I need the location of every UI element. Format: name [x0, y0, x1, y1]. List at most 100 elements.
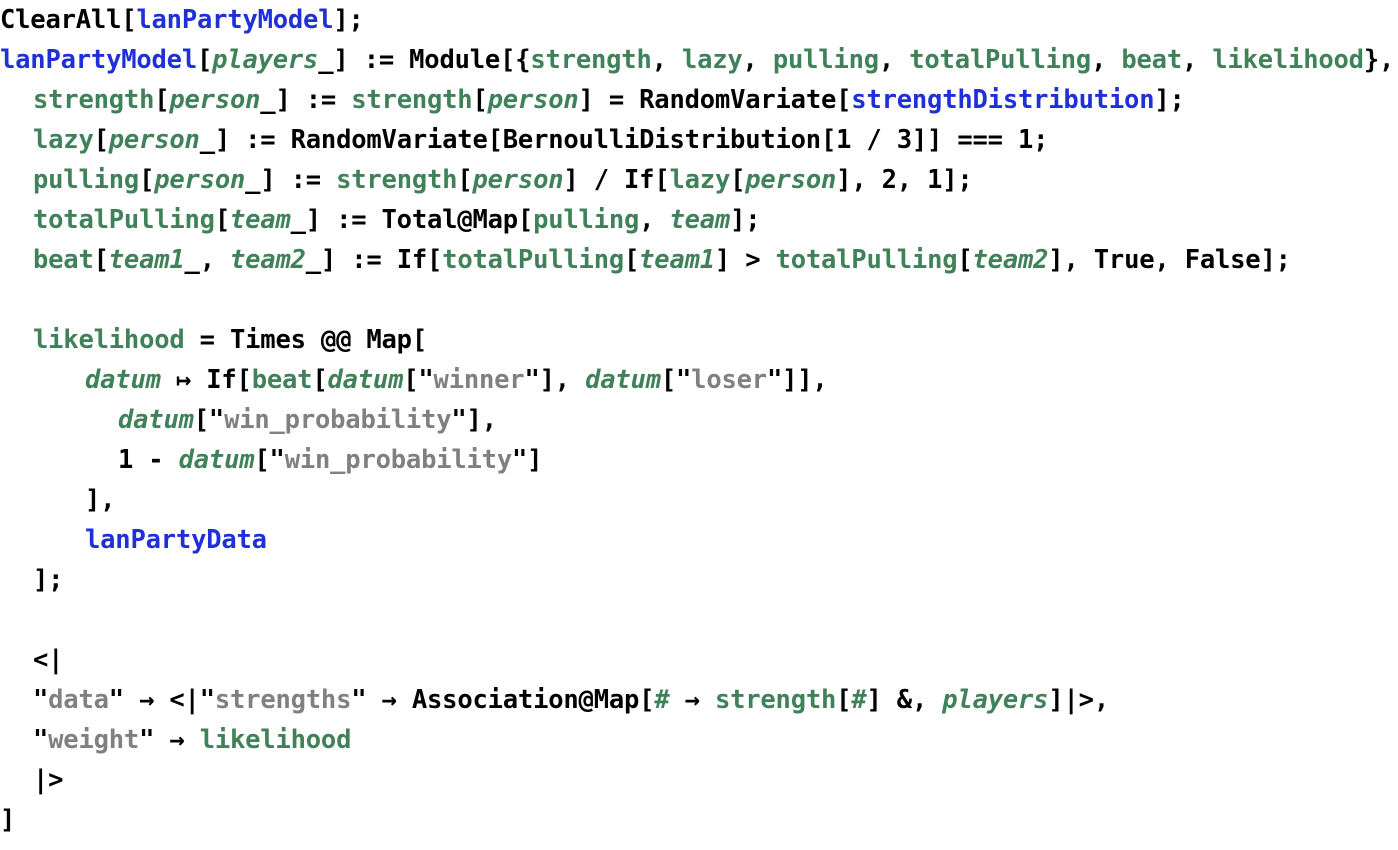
code-line[interactable]: strength[person_] := strength[person] = …	[0, 80, 1398, 120]
code-token: ]	[539, 365, 555, 395]
code-token: 1	[836, 125, 852, 155]
code-token: :=	[305, 85, 352, 115]
code-token: person	[169, 85, 261, 115]
code-token: weight	[48, 725, 140, 755]
code-token: strength	[33, 85, 155, 115]
code-cell[interactable]: ClearAll[lanPartyModel]; lanPartyModel[pl…	[0, 0, 1398, 850]
code-token: data	[48, 685, 109, 715]
code-line[interactable]: ClearAll[lanPartyModel];	[0, 0, 1398, 40]
code-token: -	[133, 445, 179, 475]
code-line[interactable]: ],	[0, 480, 1398, 520]
code-token: [	[154, 85, 170, 115]
code-token: "	[451, 405, 467, 435]
code-token: "	[351, 685, 367, 715]
code-token: ]	[85, 485, 101, 515]
code-token: ]	[836, 165, 852, 195]
code-line[interactable]: likelihood = Times @@ Map[	[0, 320, 1398, 360]
code-token: beat	[1121, 45, 1182, 75]
code-line[interactable]: "weight" → likelihood	[0, 720, 1398, 760]
code-token: "	[208, 405, 225, 435]
code-token: 1	[927, 165, 943, 195]
code-line[interactable]: lazy[person_] := RandomVariate[Bernoulli…	[0, 120, 1398, 160]
code-token: @	[457, 205, 473, 235]
code-token: 3	[896, 125, 912, 155]
code-token: ===	[957, 125, 1018, 155]
code-line[interactable]: totalPulling[team_] := Total@Map[pulling…	[0, 200, 1398, 240]
code-token: loser	[691, 365, 767, 395]
code-token: ]	[333, 5, 349, 35]
code-token: players	[212, 45, 319, 75]
code-line[interactable]: beat[team1_, team2_] := If[totalPulling[…	[0, 240, 1398, 280]
code-token: ,	[1063, 245, 1094, 275]
code-line[interactable]: ]	[0, 800, 1398, 840]
code-token: @	[578, 685, 594, 715]
code-token: "	[418, 365, 434, 395]
code-token: #	[654, 685, 670, 715]
code-token: |>	[1063, 685, 1095, 715]
code-line[interactable]: 1 - datum["win_probability"]	[0, 440, 1398, 480]
code-token: ;	[348, 5, 364, 35]
code-line[interactable]: "data" → <|"strengths" → Association@Map…	[0, 680, 1398, 720]
code-token: ]	[1048, 245, 1064, 275]
code-token: totalPulling	[442, 245, 624, 275]
code-token: _	[318, 45, 334, 75]
code-token: Association	[411, 685, 579, 715]
code-token: If	[624, 165, 655, 195]
code-token: ]]	[911, 125, 958, 155]
code-line[interactable]: <|	[0, 640, 1398, 680]
code-token: |>	[33, 765, 64, 795]
code-token: ]	[730, 205, 746, 235]
code-token: &	[896, 685, 912, 715]
code-token: _	[260, 85, 276, 115]
code-token: [	[139, 165, 155, 195]
code-token: ]	[1048, 685, 1064, 715]
code-token: team1	[108, 245, 185, 275]
code-line[interactable]: pulling[person_] := strength[person] / I…	[0, 160, 1398, 200]
code-token: Map	[472, 205, 518, 235]
code-token: ]]	[782, 365, 813, 395]
code-token: Map	[366, 325, 412, 355]
code-token: [{	[500, 45, 531, 75]
code-token: ,	[742, 45, 773, 75]
code-token: ]	[1154, 85, 1170, 115]
code-token: datum	[178, 445, 255, 475]
code-token: =	[184, 325, 230, 355]
code-token: False	[1184, 245, 1261, 275]
code-line[interactable]: ];	[0, 560, 1398, 600]
code-token: [	[196, 45, 213, 75]
code-line[interactable]: lanPartyModel[players_] := Module[{stren…	[0, 40, 1398, 80]
code-token: ]	[214, 125, 246, 155]
code-token: team	[669, 205, 731, 235]
code-line[interactable]: datum ↦ If[beat[datum["winner"], datum["…	[0, 360, 1398, 400]
code-token: 2	[881, 165, 897, 195]
code-token: ,	[1378, 45, 1395, 75]
code-token: <|	[33, 645, 64, 675]
code-token: [	[836, 685, 852, 715]
code-token: team	[229, 205, 291, 235]
code-token: :=	[351, 245, 397, 275]
code-token: lazy	[33, 125, 94, 155]
code-token: team1	[639, 245, 715, 275]
code-token: "	[524, 365, 540, 395]
code-line[interactable]: datum["win_probability"],	[0, 400, 1398, 440]
code-token: [	[427, 245, 443, 275]
code-token: /	[593, 165, 625, 195]
code-token: ]	[866, 685, 897, 715]
code-token: ;	[1275, 245, 1291, 275]
code-token: datum	[585, 365, 661, 395]
code-line[interactable]: |>	[0, 760, 1398, 800]
code-token: person	[745, 165, 837, 195]
code-token: #	[851, 685, 867, 715]
code-token: person	[472, 165, 564, 195]
code-token: >	[745, 245, 776, 275]
code-token: [	[121, 5, 137, 35]
code-token: If	[206, 365, 237, 395]
code-token: _	[245, 165, 261, 195]
code-token: strength	[714, 685, 837, 715]
code-line[interactable]: lanPartyData	[0, 520, 1398, 560]
code-token: ;	[1033, 125, 1049, 155]
code-token: [	[820, 125, 837, 155]
code-token: "	[33, 685, 49, 715]
code-token: beat	[251, 365, 313, 395]
code-token: ]	[320, 245, 352, 275]
